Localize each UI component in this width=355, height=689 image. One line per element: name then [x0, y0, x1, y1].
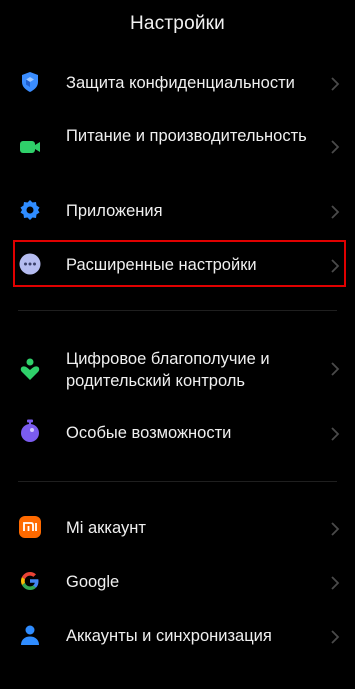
settings-item-label: Google	[66, 573, 120, 591]
settings-item-label: Mi аккаунт	[66, 519, 146, 537]
highlight-box	[13, 240, 346, 287]
chevron-right-icon	[331, 427, 340, 441]
section-divider	[18, 310, 337, 311]
settings-item-accessibility[interactable]: Особые возможности	[0, 419, 355, 447]
gear-icon	[19, 199, 41, 221]
privacy-shield-icon	[19, 71, 41, 93]
chevron-right-icon	[331, 140, 340, 154]
settings-item-power[interactable]: Питание и производительность	[0, 125, 355, 171]
mi-logo-icon	[19, 516, 41, 538]
settings-item-google[interactable]: Google	[0, 569, 355, 595]
settings-item-accounts-sync[interactable]: Аккаунты и синхронизация	[0, 623, 355, 649]
chevron-right-icon	[331, 522, 340, 536]
account-person-icon	[19, 624, 41, 646]
settings-item-privacy[interactable]: Защита конфиденциальности	[0, 70, 355, 96]
settings-item-label: Цифровое благополучие и родительский кон…	[66, 350, 270, 390]
settings-item-digital-wellbeing[interactable]: Цифровое благополучие и родительский кон…	[0, 347, 355, 393]
settings-item-label: Аккаунты и синхронизация	[66, 627, 272, 645]
page-title: Настройки	[130, 13, 225, 34]
chevron-right-icon	[331, 630, 340, 644]
chevron-right-icon	[331, 362, 340, 376]
settings-item-mi-account[interactable]: Mi аккаунт	[0, 515, 355, 541]
settings-item-label: Приложения	[66, 202, 163, 220]
settings-item-label: Особые возможности	[66, 424, 232, 442]
settings-item-apps[interactable]: Приложения	[0, 198, 355, 224]
chevron-right-icon	[331, 77, 340, 91]
google-g-icon	[19, 570, 41, 592]
battery-icon	[19, 136, 41, 158]
section-divider	[18, 481, 337, 482]
settings-item-label: Питание и производительность	[66, 127, 307, 145]
accessibility-icon	[19, 419, 41, 442]
chevron-right-icon	[331, 576, 340, 590]
settings-item-label: Защита конфиденциальности	[66, 74, 295, 92]
digital-wellbeing-icon	[19, 358, 41, 380]
chevron-right-icon	[331, 205, 340, 219]
